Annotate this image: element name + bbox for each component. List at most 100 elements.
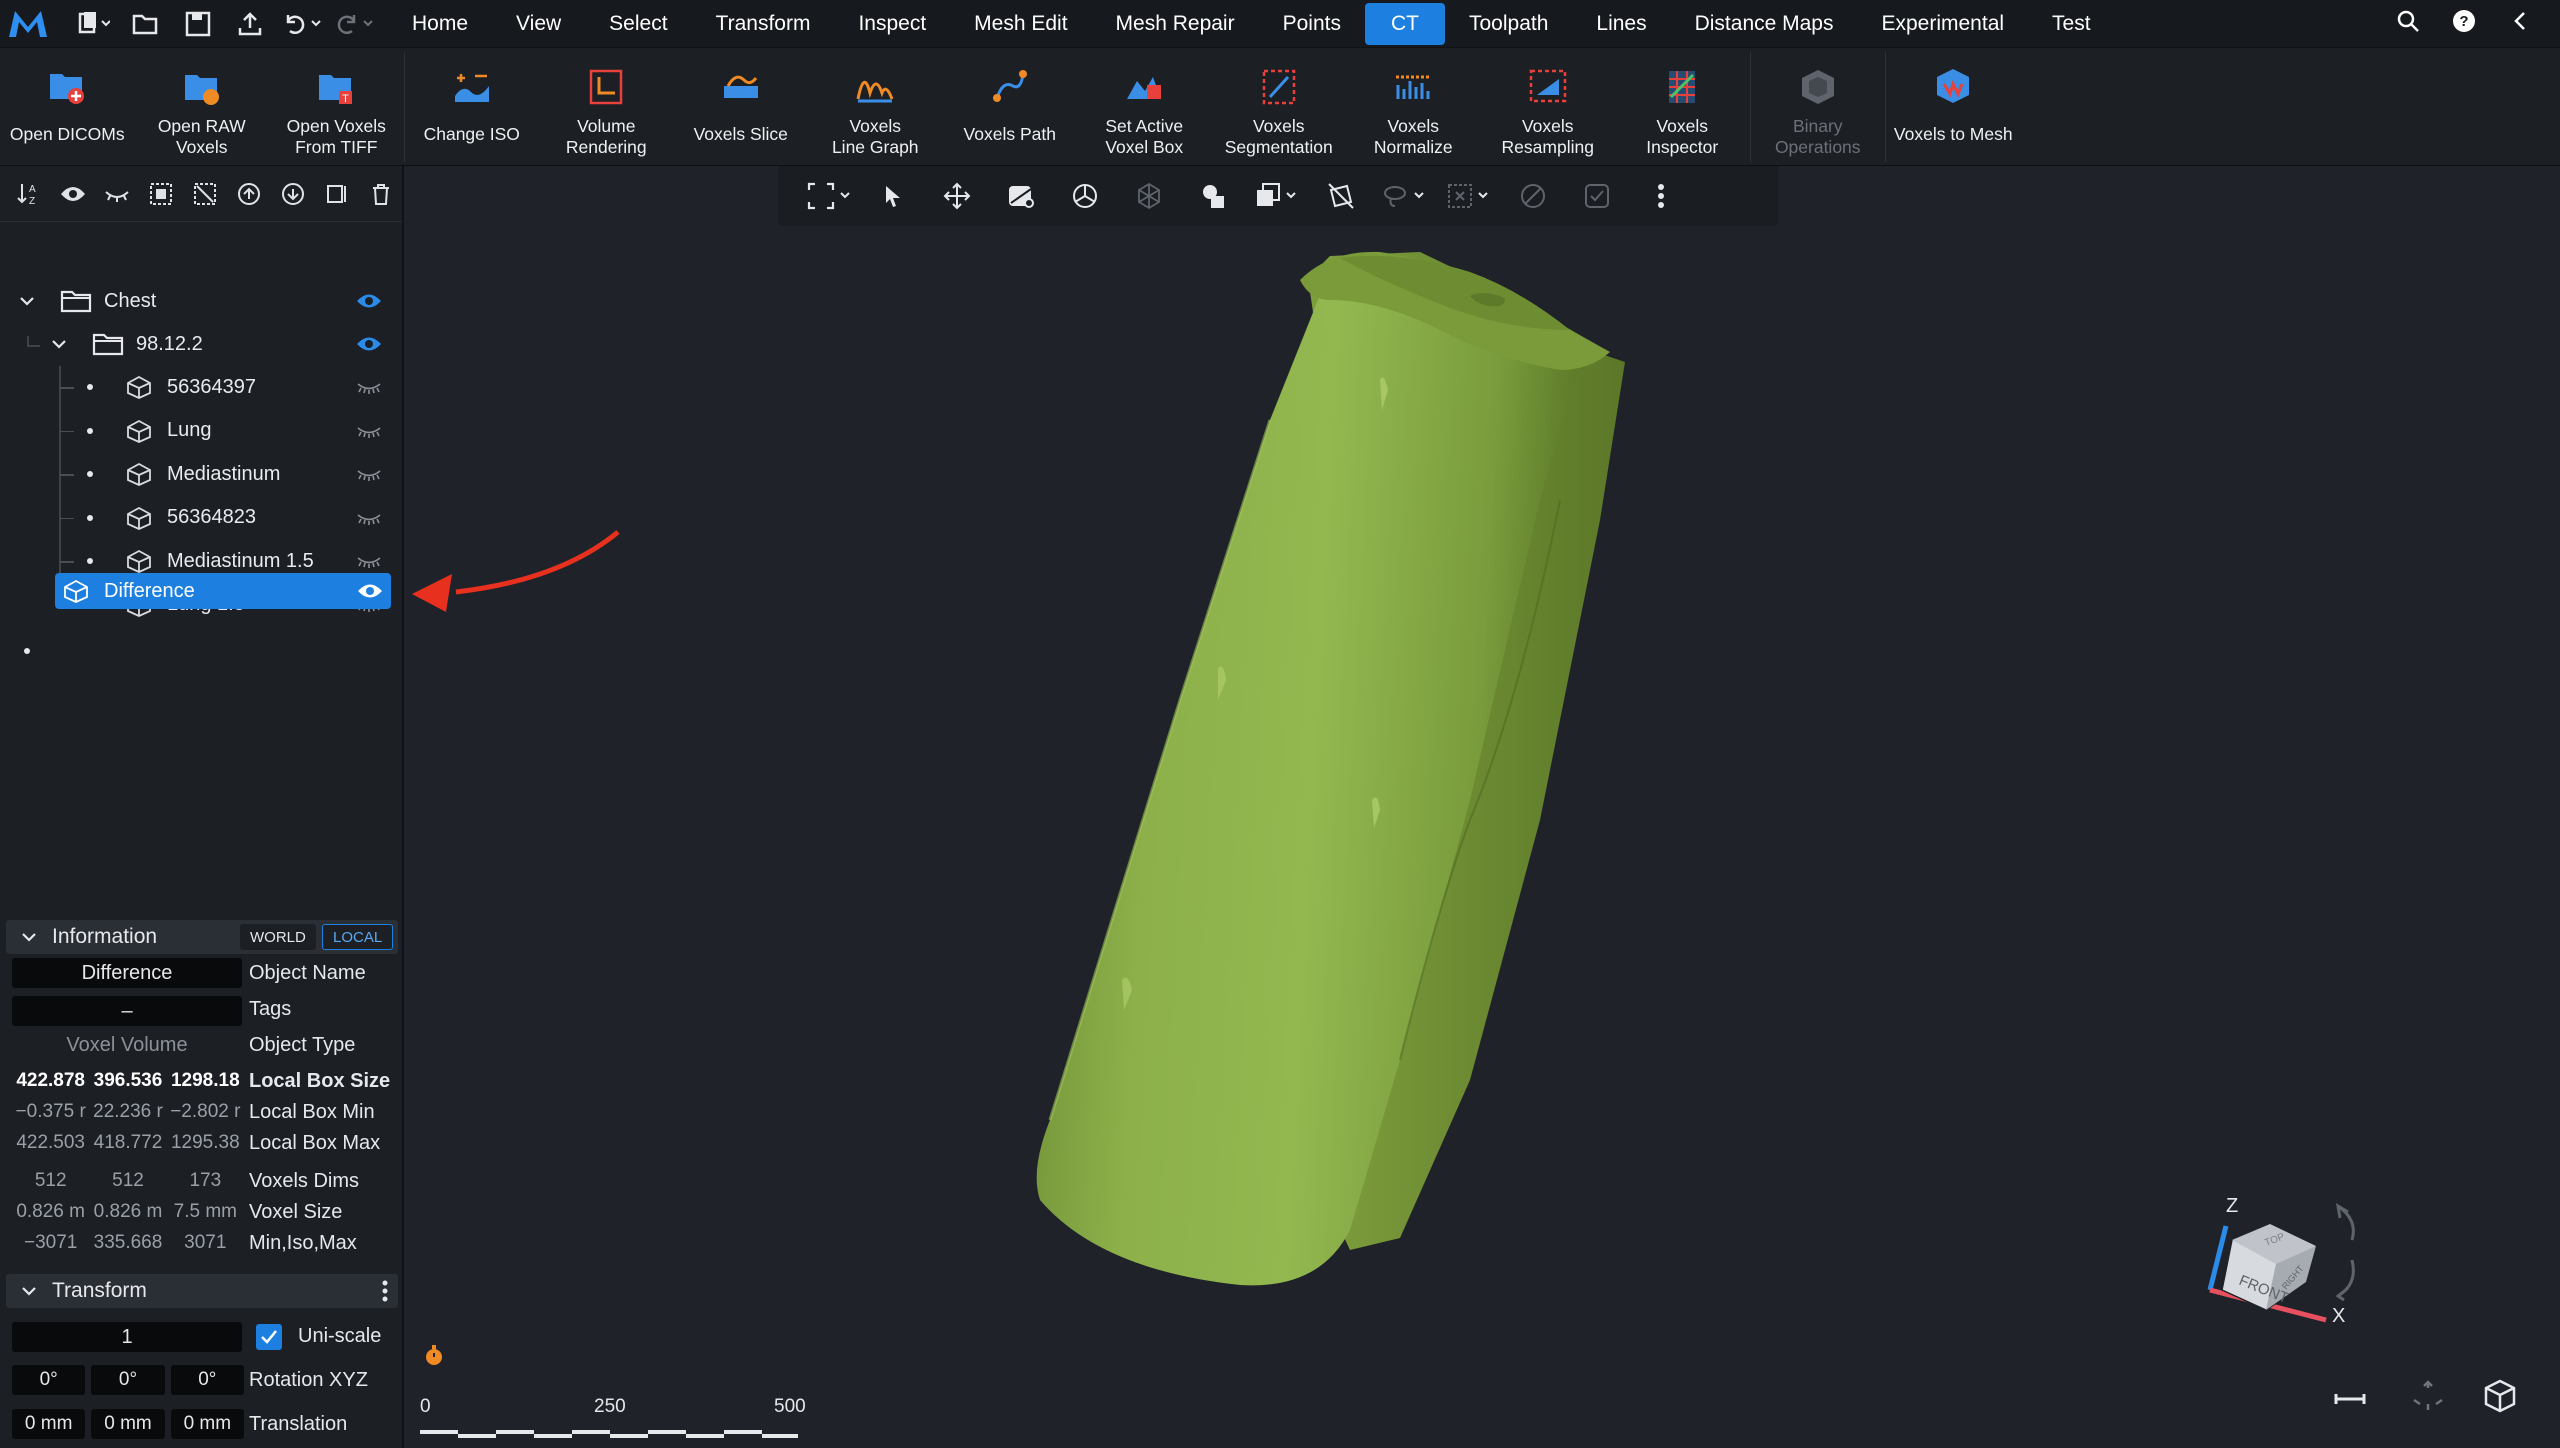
translation-x-field[interactable]: 0 mm [12, 1409, 86, 1439]
menu-points[interactable]: Points [1259, 3, 1365, 45]
more-vertical-icon[interactable] [382, 1280, 388, 1302]
undo-button[interactable] [278, 4, 326, 44]
world-toggle[interactable]: WORLD [240, 924, 316, 950]
3d-viewport[interactable]: 0 250 500 Z X FRONT TOP RIGHT [406, 166, 2560, 1448]
view-cube-icon[interactable] [2482, 1378, 2518, 1414]
svg-text:A: A [29, 184, 36, 195]
ribbon-button-normalize[interactable]: Voxels Normalize [1346, 48, 1481, 166]
z-axis-label: Z [2226, 1195, 2238, 1217]
hidden-eye-icon[interactable] [356, 379, 382, 395]
hide-all-icon[interactable] [102, 179, 132, 209]
visible-eye-icon[interactable] [357, 582, 383, 600]
hidden-eye-icon[interactable] [356, 466, 382, 482]
scale-field[interactable]: 1 [12, 1322, 242, 1352]
ribbon-button-voxels-path[interactable]: Voxels Path [943, 48, 1078, 166]
ribbon-button-open-dicoms[interactable]: Open DICOMs [0, 48, 135, 166]
move-down-icon[interactable] [278, 179, 308, 209]
navigation-cube[interactable]: Z X FRONT TOP RIGHT [2126, 1160, 2376, 1340]
ribbon-button-change-iso[interactable]: Change ISO [405, 48, 540, 166]
help-icon[interactable]: ? [2446, 9, 2482, 40]
menu-mesh-repair[interactable]: Mesh Repair [1092, 3, 1259, 45]
new-file-button[interactable] [70, 4, 118, 44]
visible-eye-icon[interactable] [356, 292, 382, 310]
hidden-eye-icon[interactable] [356, 510, 382, 526]
app-logo[interactable] [0, 0, 56, 48]
logo-icon [9, 10, 47, 37]
menu-select[interactable]: Select [585, 3, 691, 45]
open-file-button[interactable] [122, 4, 170, 44]
menu-view[interactable]: View [492, 3, 585, 45]
measure-icon[interactable] [2332, 1384, 2368, 1414]
tree-item-56364397[interactable]: 56364397 [0, 368, 404, 406]
hidden-eye-icon[interactable] [356, 553, 382, 569]
sort-icon[interactable]: AZ [14, 179, 44, 209]
move-up-icon[interactable] [234, 179, 264, 209]
menu-distance-maps[interactable]: Distance Maps [1671, 3, 1858, 45]
ribbon-button-voxel-box[interactable]: Set Active Voxel Box [1077, 48, 1212, 166]
translation-z-field[interactable]: 0 mm [170, 1409, 244, 1439]
menu-home[interactable]: Home [388, 3, 492, 45]
tree-item-chest[interactable]: Chest [0, 282, 404, 320]
local-toggle[interactable]: LOCAL [322, 924, 394, 950]
transform-header[interactable]: Transform [6, 1274, 398, 1308]
rotation-y-field[interactable]: 0° [91, 1365, 165, 1395]
menu-test[interactable]: Test [2028, 3, 2115, 45]
visible-eye-icon[interactable] [356, 335, 382, 353]
ribbon-button-voxels[interactable]: Open RAW Voxels [135, 48, 270, 166]
ribbon-button-inspector[interactable]: Voxels Inspector [1615, 48, 1750, 166]
save-button[interactable] [174, 4, 222, 44]
timer-icon[interactable] [420, 1342, 448, 1370]
ribbon-button-operations[interactable]: Binary Operations [1751, 48, 1886, 166]
chevron-down-icon[interactable] [50, 335, 68, 353]
export-button[interactable] [226, 4, 274, 44]
collapse-chevron-icon[interactable] [2502, 9, 2538, 40]
search-icon[interactable] [2390, 9, 2426, 40]
menu-transform[interactable]: Transform [692, 3, 835, 45]
rotation-z-field[interactable]: 0° [170, 1365, 244, 1395]
perspective-icon[interactable] [2410, 1378, 2446, 1414]
translation-y-field[interactable]: 0 mm [91, 1409, 165, 1439]
tree-item-mediastinum[interactable]: Mediastinum [0, 455, 404, 493]
menu-lines[interactable]: Lines [1572, 3, 1670, 45]
uniscale-checkbox[interactable] [256, 1324, 282, 1350]
tree-item-difference[interactable]: Difference [55, 573, 391, 609]
ribbon-button-voxels-to-mesh[interactable]: Voxels to Mesh [1886, 48, 2021, 166]
tree-item-group[interactable]: 98.12.2 [0, 325, 404, 363]
tree-item-56364823[interactable]: 56364823 [0, 499, 404, 537]
menu-ct[interactable]: CT [1364, 2, 1445, 45]
redo-button[interactable] [330, 4, 378, 44]
object-name-field[interactable]: Difference [12, 958, 242, 988]
menu-toolpath[interactable]: Toolpath [1445, 3, 1572, 45]
rotation-x-field[interactable]: 0° [12, 1365, 86, 1395]
ribbon-button-resampling[interactable]: Voxels Resampling [1481, 48, 1616, 166]
tree-item-lung[interactable]: Lung [0, 412, 404, 450]
voxel-size-label: Voxel Size [249, 1201, 343, 1223]
show-all-eye-icon[interactable] [58, 179, 88, 209]
menu-mesh-edit[interactable]: Mesh Edit [950, 3, 1091, 45]
folder-icon [92, 333, 124, 356]
delete-icon[interactable] [366, 179, 396, 209]
menu-inspect[interactable]: Inspect [834, 3, 950, 45]
ribbon-button-line-graph[interactable]: Voxels Line Graph [808, 48, 943, 166]
tree-bullet [87, 558, 93, 564]
split-icon[interactable] [322, 179, 352, 209]
select-all-icon[interactable] [146, 179, 176, 209]
ribbon-label-line2: Line Graph [831, 137, 919, 157]
deselect-icon[interactable] [190, 179, 220, 209]
scale-label-0: 0 [420, 1396, 431, 1417]
hidden-eye-icon[interactable] [356, 423, 382, 439]
information-header[interactable]: Information WORLD LOCAL [6, 920, 398, 954]
voxels-to-mesh-icon [1931, 66, 1975, 106]
ribbon-label-line1: Voxels [1252, 116, 1305, 136]
ribbon-button-segmentation[interactable]: Voxels Segmentation [1212, 48, 1347, 166]
tags-field[interactable]: – [12, 996, 242, 1026]
chevron-down-icon[interactable] [18, 292, 36, 310]
chevron-down-icon[interactable] [20, 1282, 38, 1300]
ribbon-button-from-tiff[interactable]: T Open Voxels From TIFF [269, 48, 404, 166]
tree-item-label: Mediastinum [167, 462, 281, 485]
ribbon-button-voxels-slice[interactable]: Voxels Slice [674, 48, 809, 166]
menu-experimental[interactable]: Experimental [1857, 3, 2028, 45]
chevron-down-icon[interactable] [20, 928, 38, 946]
ribbon-button-rendering[interactable]: Volume Rendering [539, 48, 674, 166]
box-max-label: Local Box Max [249, 1132, 381, 1154]
